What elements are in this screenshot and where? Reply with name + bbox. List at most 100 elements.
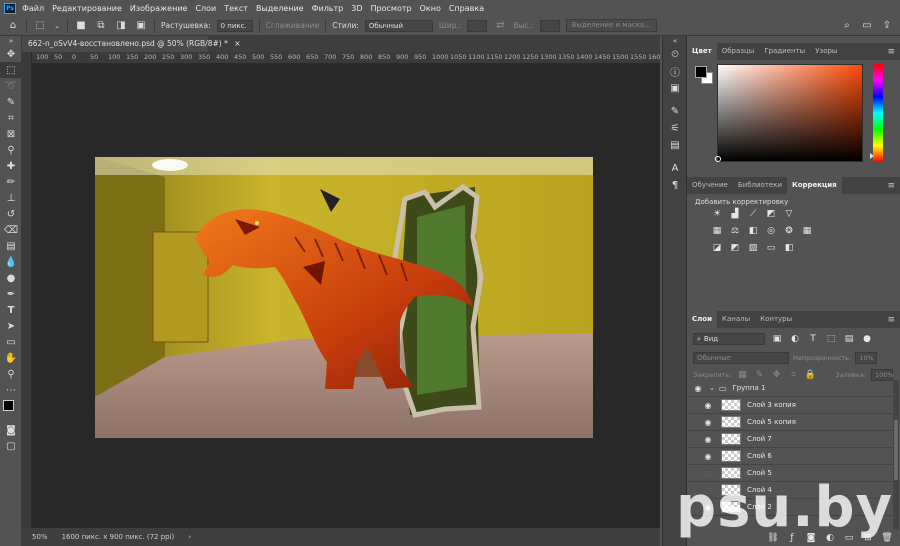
panel-menu-icon[interactable]: ≡ [887, 47, 895, 57]
menu-type[interactable]: Текст [224, 4, 248, 13]
brightness-icon[interactable]: ☀ [711, 208, 723, 219]
style-select[interactable]: Обычный [364, 19, 433, 32]
frame-tool-icon[interactable]: ⊠ [0, 126, 22, 142]
width-input[interactable] [467, 19, 488, 32]
menu-file[interactable]: Файл [22, 4, 44, 13]
search-icon[interactable]: ⌕ [840, 19, 854, 33]
swap-icon[interactable]: ⇄ [493, 19, 507, 33]
chevron-down-icon[interactable]: ⌄ [53, 19, 61, 33]
adjust-sliders-icon[interactable]: ⚟ [663, 120, 687, 137]
menu-filter[interactable]: Фильтр [312, 4, 344, 13]
clone-stamp-tool-icon[interactable]: ⊥ [0, 190, 22, 206]
tab-libraries[interactable]: Библиотеки [733, 177, 787, 194]
collapse-icon[interactable]: « [663, 36, 687, 46]
menu-help[interactable]: Справка [449, 4, 484, 13]
tab-layers[interactable]: Слои [687, 311, 717, 328]
eye-icon[interactable]: ◉ [691, 384, 705, 393]
eyedropper-tool-icon[interactable]: ⚲ [0, 142, 22, 158]
lock-paint-icon[interactable]: ✎ [753, 370, 765, 381]
menu-select[interactable]: Выделение [256, 4, 304, 13]
document-tab[interactable]: 662-n_oSvV4-восстановлено.psd @ 50% (RGB… [22, 36, 241, 52]
rectangle-tool-icon[interactable]: ▭ [0, 334, 22, 350]
panel-menu-icon[interactable]: ≡ [887, 181, 895, 191]
black-white-icon[interactable]: ◧ [747, 225, 759, 236]
layer-group[interactable]: ◉ ⌄ ▭ Группа 1 [687, 380, 893, 397]
home-icon[interactable]: ⌂ [6, 19, 20, 33]
color-picker-cursor[interactable] [715, 156, 721, 162]
lock-pixels-icon[interactable]: ▦ [736, 370, 748, 381]
color-swatches-icon[interactable] [0, 398, 22, 422]
tab-gradients[interactable]: Градиенты [759, 43, 810, 60]
smart-object-filter-icon[interactable]: ▤ [843, 334, 855, 345]
vibrance-icon[interactable]: ▽ [783, 208, 795, 219]
layer-row[interactable]: ◉ Слой 3 копия [687, 397, 893, 414]
chevron-right-icon[interactable]: › [188, 533, 191, 541]
eye-icon[interactable]: ◉ [701, 452, 715, 461]
history-brush-tool-icon[interactable]: ↺ [0, 206, 22, 222]
lock-position-icon[interactable]: ✥ [770, 370, 782, 381]
quick-mask-icon[interactable]: ◙ [0, 422, 22, 438]
path-selection-tool-icon[interactable]: ➤ [0, 318, 22, 334]
subtract-selection-icon[interactable]: ◨ [114, 19, 128, 33]
tab-swatches[interactable]: Образцы [717, 43, 760, 60]
channel-mixer-icon[interactable]: ❂ [783, 225, 795, 236]
collapse-icon[interactable]: » [0, 36, 22, 46]
tab-learn[interactable]: Обучение [687, 177, 733, 194]
filter-toggle-icon[interactable]: ● [861, 334, 873, 345]
marquee-tool-icon[interactable]: ⬚ [0, 62, 22, 78]
posterize-icon[interactable]: ◩ [729, 242, 741, 253]
color-picker-field[interactable] [715, 64, 863, 162]
menu-3d[interactable]: 3D [351, 4, 362, 13]
crop-tool-icon[interactable]: ⌗ [0, 110, 22, 126]
eye-icon[interactable]: ◉ [701, 401, 715, 410]
lock-all-icon[interactable]: 🔒 [804, 370, 816, 381]
height-input[interactable] [539, 19, 560, 32]
tab-channels[interactable]: Каналы [717, 311, 755, 328]
close-icon[interactable]: × [234, 39, 240, 48]
threshold-icon[interactable]: ▨ [747, 242, 759, 253]
character-icon[interactable]: A [663, 160, 687, 177]
type-tool-icon[interactable]: T [0, 302, 22, 318]
foreground-background-swatch[interactable] [695, 66, 715, 86]
brush-settings-icon[interactable]: ✎ [663, 103, 687, 120]
lock-artboard-icon[interactable]: ⌗ [787, 370, 799, 381]
levels-icon[interactable]: ▟ [729, 208, 741, 219]
selective-color-icon[interactable]: ◧ [783, 242, 795, 253]
pen-tool-icon[interactable]: ✒ [0, 286, 22, 302]
select-and-mask-button[interactable]: Выделение и маска... [565, 19, 657, 32]
history-icon[interactable]: ⏲ [663, 46, 687, 63]
layer-row[interactable]: ◉ Слой 7 [687, 431, 893, 448]
move-tool-icon[interactable]: ✥ [0, 46, 22, 62]
swatch-icon[interactable]: ▤ [663, 137, 687, 154]
blend-mode-select[interactable]: Обычные [693, 352, 789, 364]
zoom-tool-icon[interactable]: ⚲ [0, 366, 22, 382]
type-filter-icon[interactable]: T [807, 334, 819, 345]
invert-icon[interactable]: ◪ [711, 242, 723, 253]
hand-tool-icon[interactable]: ✋ [0, 350, 22, 366]
marquee-preset-icon[interactable]: ⬚ [33, 19, 47, 33]
tab-paths[interactable]: Контуры [755, 311, 797, 328]
eye-icon[interactable]: ◉ [701, 418, 715, 427]
adjustment-filter-icon[interactable]: ◐ [789, 334, 801, 345]
shape-filter-icon[interactable]: ⬚ [825, 334, 837, 345]
opacity-input[interactable]: 10% [855, 352, 878, 364]
workspace-icon[interactable]: ▭ [860, 19, 874, 33]
photo-filter-icon[interactable]: ◎ [765, 225, 777, 236]
pixel-filter-icon[interactable]: ▣ [771, 334, 783, 345]
menu-image[interactable]: Изображение [130, 4, 188, 13]
antialias-checkbox[interactable]: Сглаживание [266, 21, 320, 30]
document-image[interactable] [95, 157, 593, 438]
menu-window[interactable]: Окно [420, 4, 441, 13]
chevron-down-icon[interactable]: ⌄ [709, 384, 715, 392]
properties-icon[interactable]: ▣ [663, 80, 687, 97]
new-selection-icon[interactable]: ■ [74, 19, 88, 33]
info-icon[interactable]: ⓘ [663, 63, 687, 80]
intersect-selection-icon[interactable]: ▣ [134, 19, 148, 33]
add-to-selection-icon[interactable]: ⧉ [94, 19, 108, 33]
foreground-color[interactable] [695, 66, 707, 78]
lasso-tool-icon[interactable]: ➰ [0, 78, 22, 94]
gradient-tool-icon[interactable]: ▤ [0, 238, 22, 254]
blur-tool-icon[interactable]: 💧 [0, 254, 22, 270]
screen-mode-icon[interactable]: ▢ [0, 438, 22, 454]
tab-color[interactable]: Цвет [687, 43, 717, 60]
